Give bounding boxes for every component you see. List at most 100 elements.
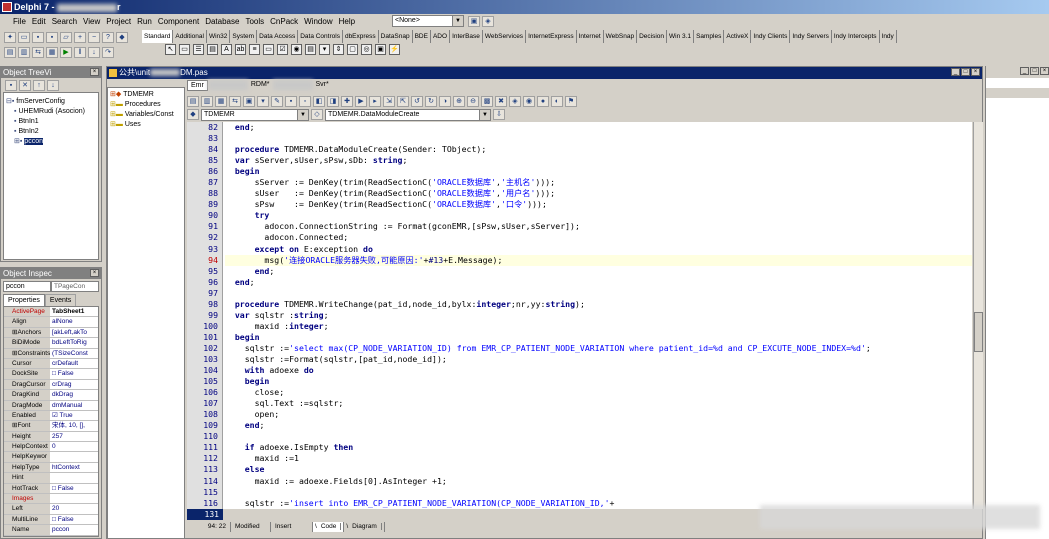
expand-icon[interactable]: ⊕ [453,95,465,107]
format-b-icon[interactable]: ⇱ [397,95,409,107]
property-row[interactable]: Enabled ☑ True [4,410,98,422]
minimize-icon[interactable]: _ [1020,67,1029,75]
property-row[interactable]: DragCursor crDrag [4,379,98,391]
property-value[interactable]: 宋体, 10, [], [50,421,98,431]
menu-cnpack[interactable]: CnPack [267,17,301,26]
menu-help[interactable]: Help [336,17,358,26]
tool-b-icon[interactable]: ◉ [523,95,535,107]
palette-tab-webservices[interactable]: WebServices [482,30,527,43]
edit-icon[interactable]: ✎ [271,95,283,107]
property-value[interactable]: crDefault [50,358,98,369]
property-row[interactable]: DockSite □ False [4,369,98,380]
unindent-icon[interactable]: ◨ [327,95,339,107]
menu-window[interactable]: Window [301,17,335,26]
bookmark-icon[interactable]: ▣ [243,95,255,107]
property-row[interactable]: Align alNone [4,317,98,328]
save-desktop-icon[interactable]: ▣ [468,16,480,27]
file-tab-svr[interactable]: Svr* [313,80,332,91]
code-line[interactable]: adocon.Connected; [225,232,972,243]
code-line[interactable] [225,487,972,498]
property-value[interactable]: crDrag [50,379,98,390]
property-row[interactable]: Images [4,494,98,505]
tree-up-icon[interactable]: ↑ [33,79,45,91]
code-line[interactable]: maxid :=1 [225,453,972,464]
add-icon[interactable]: ✚ [341,95,353,107]
code-line[interactable]: sqlstr :=Format(sqlstr,[pat_id,node_id])… [225,354,972,365]
method-select[interactable]: TDMEMR.DataModuleCreate [325,108,491,121]
actionlist-icon[interactable]: ⚡ [389,44,400,55]
cnpack-icon[interactable]: ◆ [116,31,128,43]
property-value[interactable]: dkDrag [50,390,98,400]
label-icon[interactable]: A [221,44,232,55]
tab-events[interactable]: Events [44,294,77,306]
checkbox-icon[interactable]: ☑ [277,44,288,55]
property-row[interactable]: ⊞Constraints (TSizeConst [4,348,98,359]
open-project-icon[interactable]: ▱ [60,31,72,43]
button-icon[interactable]: ▭ [263,44,274,55]
code-line[interactable]: procedure TDMEMR.WriteChange(pat_id,node… [225,299,972,310]
code-line[interactable]: var sServer,sUser,sPsw,sDb: string; [225,155,972,166]
pause-icon[interactable]: ‖ [74,46,86,58]
code-line[interactable]: close; [225,387,972,398]
grid-icon[interactable]: ▩ [481,95,493,107]
code-line[interactable]: var sqlstr :string; [225,310,972,321]
open-icon[interactable]: ▭ [18,31,30,43]
tree-item[interactable]: ▪ BtnIn1 [6,117,96,127]
code-line[interactable]: except on E:exception do [225,244,972,255]
block-b-icon[interactable]: ▫ [299,95,311,107]
code-line[interactable]: end; [225,122,972,133]
palette-tab-data-controls[interactable]: Data Controls [298,30,343,43]
format-a-icon[interactable]: ⇲ [383,95,395,107]
property-row[interactable]: HelpType htContext [4,462,98,474]
code-line[interactable]: msg('连接ORACLE服务器失败,可能原因:'+#13+E.Message)… [225,254,972,266]
code-line[interactable]: try [225,210,972,221]
palette-tab-win-3-1[interactable]: Win 3.1 [667,30,695,43]
property-value[interactable]: 20 [50,504,98,514]
add-file-icon[interactable]: + [74,31,86,43]
property-value[interactable]: [akLeft,akTo [50,327,98,338]
palette-tab-bde[interactable]: BDE [412,30,431,43]
code-line[interactable]: adocon.ConnectionString := Format(gconEM… [225,221,972,232]
class-select[interactable]: TDMEMR [201,108,309,121]
use-unit-icon[interactable]: ▦ [215,95,227,107]
toggle-icon[interactable]: ⇆ [229,95,241,107]
code-line[interactable]: open; [225,409,972,420]
inspector-object-select[interactable]: pccon TPageCon [3,281,99,292]
tree-down-icon[interactable]: ↓ [47,79,59,91]
property-value[interactable]: dmManual [50,400,98,410]
radiogroup-icon[interactable]: ◎ [361,44,372,55]
minimize-icon[interactable]: _ [951,68,960,76]
palette-tab-data-access[interactable]: Data Access [257,30,299,43]
main-menu-icon[interactable]: ☰ [193,44,204,55]
property-row[interactable]: Height 257 [4,431,98,443]
menu-run[interactable]: Run [134,17,155,26]
close-icon[interactable]: × [90,269,99,277]
maximize-icon[interactable]: □ [1030,67,1039,75]
palette-tab-additional[interactable]: Additional [173,30,207,43]
code-line[interactable]: begin [225,332,972,343]
code-line[interactable] [225,288,972,299]
menu-tools[interactable]: Tools [242,17,267,26]
trace-into-icon[interactable]: ↓ [88,46,100,58]
redo-icon[interactable]: ↻ [425,95,437,107]
palette-tab-standard[interactable]: Standard [142,30,174,43]
form-list-icon[interactable]: ▥ [201,95,213,107]
palette-tab-win32[interactable]: Win32 [206,30,231,43]
menu-project[interactable]: Project [103,17,134,26]
property-value[interactable]: □ False [50,369,98,379]
tab-properties[interactable]: Properties [3,294,45,306]
palette-tab-system[interactable]: System [230,30,258,43]
menu-file[interactable]: File [10,17,29,26]
maximize-icon[interactable]: □ [961,68,970,76]
property-value[interactable]: alNone [50,317,98,327]
groupbox-icon[interactable]: ▢ [347,44,358,55]
code-line[interactable]: maxid :integer; [225,321,972,332]
property-value[interactable]: □ False [50,483,98,494]
step-icon[interactable]: ▸ [369,95,381,107]
panel-icon[interactable]: ▣ [375,44,386,55]
explorer-item[interactable]: ⊞◆ TDMEMR [110,90,182,100]
code-line[interactable]: sql.Text :=sqlstr; [225,398,972,409]
menu-edit[interactable]: Edit [29,17,49,26]
pointer-icon[interactable]: ↖ [165,44,176,55]
code-line[interactable]: with adoexe do [225,365,972,376]
